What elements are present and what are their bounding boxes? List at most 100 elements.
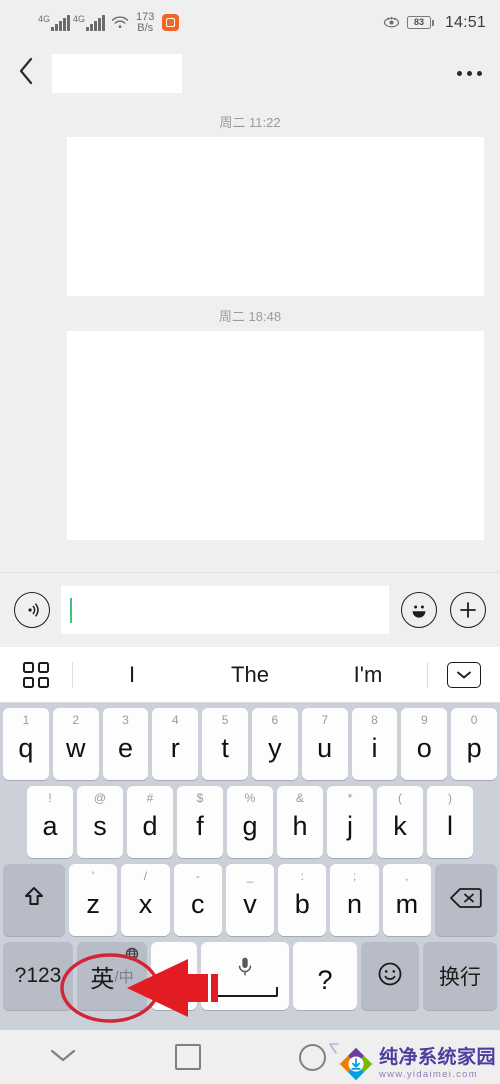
key-v[interactable]: _ v xyxy=(225,864,275,936)
suggestion-item-0[interactable]: I xyxy=(73,662,191,688)
key-m[interactable]: ,m xyxy=(382,864,431,936)
suggestion-item-2[interactable]: I'm xyxy=(309,662,427,688)
watermark-text: 纯净系统家园 www.yidaimei.com xyxy=(379,1048,496,1080)
key-label: l xyxy=(447,811,453,841)
key-label: 换行 xyxy=(439,966,481,989)
key-y[interactable]: 6y xyxy=(252,708,298,780)
backspace-key[interactable] xyxy=(434,864,497,936)
language-switch-key[interactable]: 英 /中 xyxy=(77,942,147,1010)
key-x[interactable]: / x xyxy=(121,864,170,936)
phone-screen: 4G 4G 173 B/s 83 14:51 周二 11:22 周二 18:48… xyxy=(0,0,500,1084)
network-speed-value: 173 xyxy=(136,10,155,23)
key-p[interactable]: 0p xyxy=(451,708,497,780)
key-k[interactable]: (k xyxy=(377,786,423,858)
message-bubble[interactable] xyxy=(67,331,484,540)
nav-recents-button[interactable] xyxy=(125,1044,250,1070)
blank-key[interactable] xyxy=(151,942,197,1010)
key-s[interactable]: @ s xyxy=(77,786,123,858)
space-key-content xyxy=(212,956,278,997)
key-label: a xyxy=(42,811,58,841)
key-w[interactable]: 2w xyxy=(52,708,99,780)
key-r[interactable]: 4r xyxy=(152,708,199,780)
key-sup-label: ' xyxy=(92,869,95,883)
key-label: p xyxy=(466,733,482,763)
key-label: t xyxy=(221,733,229,763)
key-q[interactable]: 1q xyxy=(3,708,49,780)
question-mark-key[interactable]: ? xyxy=(293,942,357,1010)
key-l[interactable]: ) l xyxy=(427,786,473,858)
text-caret xyxy=(70,597,72,623)
key-c[interactable]: -c xyxy=(173,864,222,936)
space-key[interactable] xyxy=(201,942,289,1010)
suggestion-item-1[interactable]: The xyxy=(191,662,309,688)
key-h[interactable]: & h xyxy=(277,786,323,858)
key-a[interactable]: ! a xyxy=(27,786,73,858)
app-icon xyxy=(162,14,180,31)
space-bar-indicator xyxy=(212,986,278,997)
dot-icon xyxy=(466,71,472,76)
key-n[interactable]: ; n xyxy=(330,864,379,936)
microphone-icon xyxy=(237,956,253,983)
enter-newline-key[interactable]: 换行 xyxy=(423,942,497,1010)
status-bar-clock: 14:51 xyxy=(444,13,486,31)
voice-input-icon[interactable] xyxy=(14,592,50,628)
watermark-logo-icon xyxy=(339,1047,373,1081)
key-sup-label: / xyxy=(143,869,148,883)
key-sup-label: , xyxy=(405,869,409,883)
nav-back-button[interactable] xyxy=(0,1047,125,1068)
key-label: h xyxy=(292,811,308,841)
key-d[interactable]: # d xyxy=(127,786,173,858)
shift-key[interactable] xyxy=(3,864,66,936)
key-z[interactable]: ' z xyxy=(69,864,118,936)
key-i[interactable]: 8i xyxy=(351,708,398,780)
key-o[interactable]: 9o xyxy=(401,708,448,780)
key-sup-label: # xyxy=(146,791,154,805)
status-bar: 4G 4G 173 B/s 83 14:51 xyxy=(0,0,500,45)
conversation-list[interactable]: 周二 11:22 周二 18:48 xyxy=(0,102,500,572)
key-sup-label: * xyxy=(347,791,353,805)
key-label: s xyxy=(93,811,107,841)
key-label: n xyxy=(347,889,363,919)
key-label: d xyxy=(142,811,158,841)
key-label: g xyxy=(242,811,258,841)
key-u[interactable]: 7u xyxy=(301,708,348,780)
circle-home-icon xyxy=(299,1043,326,1071)
key-sup-label: 7 xyxy=(321,713,329,727)
square-recents-icon xyxy=(174,1044,201,1070)
title-bar xyxy=(0,45,500,102)
apps-grid-icon[interactable] xyxy=(0,661,72,688)
numeric-symbols-key[interactable]: ?123 xyxy=(3,942,73,1010)
key-sup-label: ) xyxy=(448,791,452,805)
key-f[interactable]: $ f xyxy=(177,786,223,858)
key-j[interactable]: * j xyxy=(327,786,373,858)
key-label: b xyxy=(294,889,310,919)
chevron-down-box-icon xyxy=(447,661,481,688)
back-button[interactable] xyxy=(0,45,52,102)
network-type-1-label: 4G xyxy=(38,13,51,24)
plus-icon[interactable] xyxy=(450,592,486,628)
message-text-input[interactable] xyxy=(61,586,389,634)
emoji-icon[interactable] xyxy=(401,592,437,628)
message-bubble[interactable] xyxy=(67,137,484,296)
key-label: e xyxy=(117,733,134,763)
collapse-keyboard-button[interactable] xyxy=(428,661,500,688)
key-label: j xyxy=(347,811,353,841)
key-sup-label: 5 xyxy=(221,713,229,727)
key-label: v xyxy=(243,889,257,919)
key-g[interactable]: % g xyxy=(227,786,273,858)
key-sup-label: @ xyxy=(93,791,107,805)
more-options-button[interactable] xyxy=(438,45,500,102)
keyboard-suggestion-bar: I The I'm xyxy=(0,647,500,703)
input-bar-actions xyxy=(401,592,486,628)
key-sup-label: 2 xyxy=(72,713,80,727)
key-label: z xyxy=(86,889,100,919)
eye-comfort-icon xyxy=(383,16,400,29)
suggestion-words: I The I'm xyxy=(73,662,427,688)
key-b[interactable]: :b xyxy=(278,864,327,936)
key-label: i xyxy=(371,733,378,763)
globe-icon xyxy=(125,947,139,966)
key-t[interactable]: 5t xyxy=(202,708,248,780)
emoji-key[interactable] xyxy=(361,942,419,1010)
status-bar-left: 4G 4G 173 B/s xyxy=(38,10,180,34)
key-e[interactable]: 3e xyxy=(102,708,149,780)
